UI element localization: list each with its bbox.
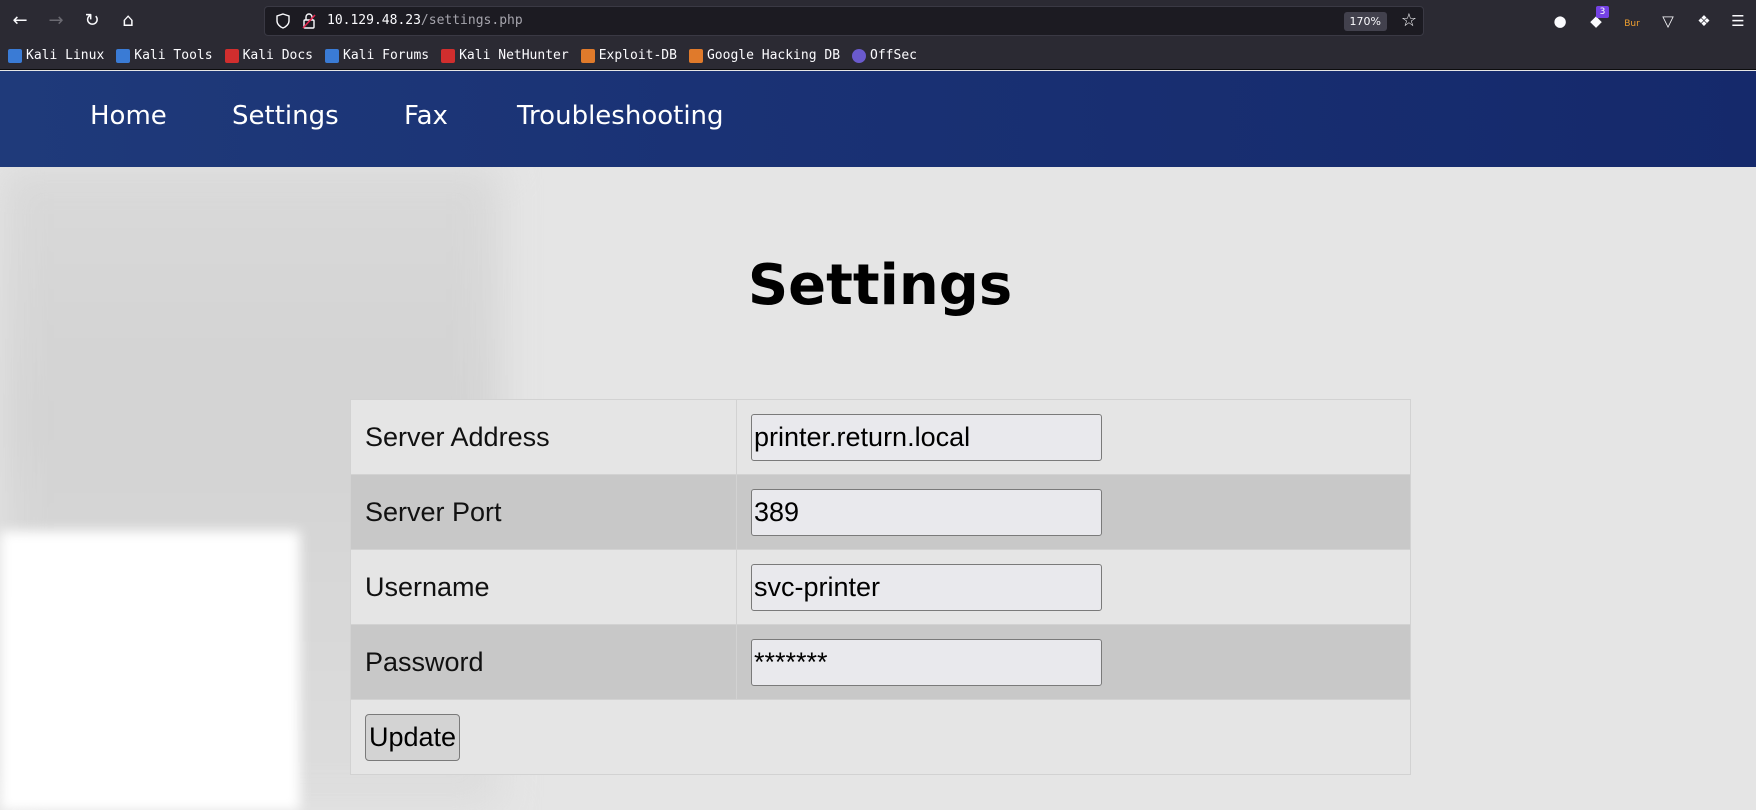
- bookmark-kali-docs[interactable]: Kali Docs: [224, 48, 313, 63]
- bookmark-star-icon[interactable]: ☆: [1401, 10, 1417, 32]
- settings-form: Server Address printer.return.local Serv…: [350, 399, 1411, 775]
- nav-settings[interactable]: Settings: [232, 99, 339, 133]
- extension-badge: 3: [1596, 6, 1609, 18]
- url-path: /settings.php: [420, 13, 523, 28]
- table-row: Server Port 389: [350, 474, 1411, 550]
- kali-tools-icon: [116, 48, 131, 63]
- bookmarks-bar: Kali Linux Kali Tools Kali Docs Kali For…: [0, 42, 1756, 70]
- nav-home[interactable]: Home: [90, 99, 167, 133]
- google-hacking-db-icon: [688, 48, 703, 63]
- username-input[interactable]: svc-printer: [751, 563, 1102, 611]
- url-bar[interactable]: 10.129.48.23/settings.php 170% ☆: [264, 6, 1424, 36]
- kali-linux-icon: [8, 48, 22, 63]
- burp-icon[interactable]: Bur: [1620, 9, 1644, 33]
- browser-toolbar: ← → ↻ ⌂ 10.129.48.23/settings.php 170% ☆…: [0, 0, 1756, 42]
- password-cell: *******: [736, 624, 1411, 700]
- table-row: Server Address printer.return.local: [350, 399, 1411, 475]
- exploit-db-icon: [580, 48, 595, 63]
- server-address-cell: printer.return.local: [736, 399, 1411, 475]
- home-icon[interactable]: ⌂: [116, 9, 140, 33]
- table-row: Password *******: [350, 624, 1411, 700]
- extension-icon[interactable]: ◆ 3: [1584, 6, 1609, 33]
- bookmark-offsec[interactable]: OffSec: [852, 48, 917, 63]
- shield-icon[interactable]: [275, 13, 291, 29]
- server-port-cell: 389: [736, 474, 1411, 550]
- url-host: 10.129.48.23: [327, 13, 421, 28]
- kali-docs-icon: [224, 48, 239, 63]
- background-image-light: [0, 531, 300, 810]
- password-label: Password: [350, 624, 737, 700]
- server-address-input[interactable]: printer.return.local: [751, 413, 1102, 461]
- reload-icon[interactable]: ↻: [80, 9, 104, 33]
- bookmark-kali-tools[interactable]: Kali Tools: [116, 48, 213, 63]
- zoom-level[interactable]: 170%: [1343, 12, 1387, 31]
- username-label: Username: [350, 549, 737, 625]
- page-title: Settings: [747, 253, 1013, 318]
- nav-troubleshooting[interactable]: Troubleshooting: [517, 99, 724, 133]
- update-button[interactable]: Update: [365, 713, 461, 761]
- menu-icon[interactable]: ☰: [1726, 9, 1750, 33]
- username-cell: svc-printer: [736, 549, 1411, 625]
- table-row: Username svc-printer: [350, 549, 1411, 625]
- bookmark-kali-linux[interactable]: Kali Linux: [8, 48, 104, 63]
- site-navbar: Home Settings Fax Troubleshooting: [0, 71, 1756, 167]
- url-text: 10.129.48.23/settings.php: [327, 13, 523, 28]
- kali-nethunter-icon: [441, 48, 456, 63]
- extensions-puzzle-icon[interactable]: ❖: [1692, 9, 1716, 33]
- burp-label: Bur: [1624, 19, 1640, 29]
- pocket-icon[interactable]: ▽: [1656, 9, 1680, 33]
- table-row: Update: [350, 699, 1411, 775]
- incognito-hat-icon[interactable]: ●: [1548, 9, 1572, 33]
- bookmark-google-hacking-db[interactable]: Google Hacking DB: [688, 48, 840, 63]
- insecure-lock-icon[interactable]: [301, 12, 317, 30]
- offsec-icon: [852, 48, 867, 63]
- server-address-label: Server Address: [350, 399, 737, 475]
- bookmark-exploit-db[interactable]: Exploit-DB: [580, 48, 677, 63]
- password-input[interactable]: *******: [751, 638, 1102, 686]
- back-icon[interactable]: ←: [8, 9, 32, 33]
- update-cell: Update: [350, 699, 1411, 775]
- kali-forums-icon: [325, 48, 340, 63]
- server-port-input[interactable]: 389: [751, 488, 1102, 536]
- nav-fax[interactable]: Fax: [404, 99, 448, 133]
- forward-icon[interactable]: →: [44, 9, 68, 33]
- page-content: Home Settings Fax Troubleshooting Settin…: [0, 71, 1756, 810]
- bookmark-kali-forums[interactable]: Kali Forums: [325, 48, 429, 63]
- bookmark-kali-nethunter[interactable]: Kali NetHunter: [441, 48, 569, 63]
- server-port-label: Server Port: [350, 474, 737, 550]
